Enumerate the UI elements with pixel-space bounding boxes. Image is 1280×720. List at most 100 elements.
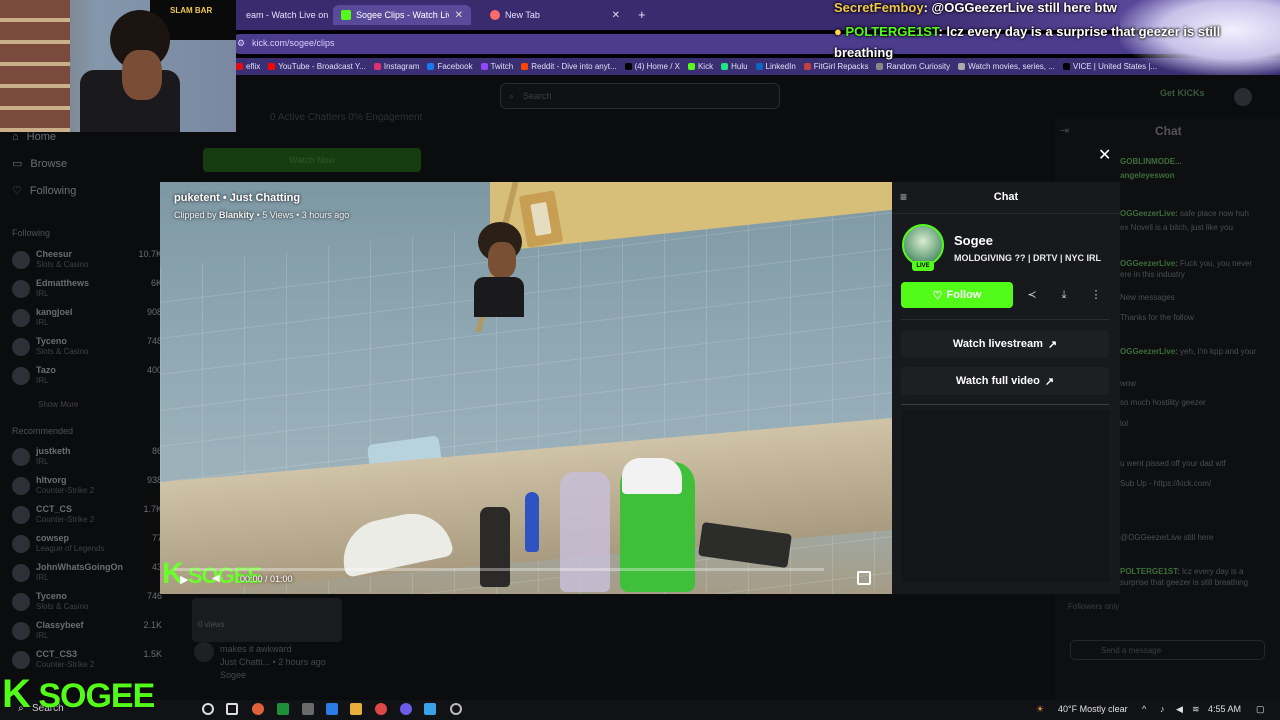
file-explorer-icon[interactable] — [350, 703, 362, 715]
sidebar-channel-recommended[interactable]: cowsep League of Legends 77 — [12, 533, 162, 559]
clip-card-author[interactable]: Sogee — [220, 669, 326, 682]
more-options-icon[interactable]: ⋮ — [1087, 286, 1105, 304]
task-view-icon[interactable] — [226, 703, 238, 715]
firefox-taskbar-icon[interactable] — [252, 703, 264, 715]
bookmark-item[interactable]: YouTube - Broadcast Y... — [268, 62, 366, 71]
chat-message: lol — [1120, 418, 1270, 429]
browser-tab[interactable]: New Tab ✕ — [482, 5, 628, 25]
video-time: 00:00 / 01:00 — [240, 574, 293, 584]
sidebar-channel-recommended[interactable]: Tyceno Slots & Casino 746 — [12, 591, 162, 617]
sidebar-channel-recommended[interactable]: JohnWhatsGoingOn IRL 43 — [12, 562, 162, 588]
app-icon[interactable] — [375, 703, 387, 715]
close-icon[interactable]: ✕ — [612, 10, 620, 21]
user-avatar[interactable] — [1234, 88, 1252, 106]
fullscreen-icon[interactable] — [857, 571, 871, 585]
bookmark-item[interactable]: Watch movies, series, ... — [958, 62, 1055, 71]
site-info-icon[interactable]: ⚙ — [237, 38, 245, 49]
app-icon[interactable] — [400, 703, 412, 715]
chat-username[interactable]: POLTERGE1ST: — [1120, 567, 1180, 576]
play-icon[interactable]: ▶ — [180, 573, 188, 586]
sidebar-item-following[interactable]: ♡ Following — [12, 184, 76, 198]
bookmark-item[interactable]: Hulu — [721, 62, 748, 71]
video-progress-bar[interactable] — [174, 568, 824, 571]
bookmark-item[interactable]: (4) Home / X — [624, 62, 680, 71]
watch-full-video-button[interactable]: Watch full video ↗ — [901, 367, 1109, 395]
bookmark-item[interactable]: FitGirl Repacks — [803, 62, 869, 71]
bookmark-label: Hulu — [731, 62, 748, 71]
new-tab-plus-icon[interactable]: + — [638, 7, 646, 22]
volume-icon[interactable]: ◀ — [212, 573, 220, 584]
live-badge: LIVE — [912, 261, 934, 271]
microphone-icon[interactable]: ♪ — [1160, 704, 1165, 714]
excel-icon[interactable] — [277, 703, 289, 715]
bookmark-item[interactable]: Instagram — [373, 62, 419, 71]
chat-username[interactable]: OGGeezerLive: — [1120, 347, 1178, 356]
bookmark-favicon-icon — [624, 63, 632, 70]
collapse-chat-icon[interactable]: ⇥ — [1060, 124, 1069, 137]
site-search-input[interactable]: ⌕ Search — [500, 83, 780, 109]
channel-name: Tyceno — [36, 336, 67, 346]
sogee-logo-overlay: K SOGEE — [2, 672, 155, 716]
cortana-icon[interactable] — [202, 703, 214, 715]
sidebar-channel-following[interactable]: Tazo IRL 400 — [12, 365, 162, 391]
sidebar-channel-following[interactable]: Cheesur Slots & Casino 10.7K — [12, 249, 162, 275]
bookmark-label: Kick — [697, 62, 714, 71]
sidebar-item-browse[interactable]: ▭ Browse — [12, 157, 67, 171]
chat-username[interactable]: GOBLINMODE... — [1120, 157, 1182, 166]
sidebar-channel-recommended[interactable]: justketh IRL 86 — [12, 446, 162, 472]
menu-icon[interactable]: ≡ — [900, 190, 907, 204]
sidebar-channel-recommended[interactable]: Classybeef IRL 2.1K — [12, 620, 162, 646]
bookmark-item[interactable]: Twitch — [480, 62, 513, 71]
send-message-input[interactable]: Send a message — [1070, 640, 1265, 660]
close-modal-icon[interactable]: ✕ — [1098, 145, 1111, 165]
streamer-avatar[interactable] — [902, 224, 944, 266]
follow-button[interactable]: ♡ Follow — [901, 282, 1013, 308]
bookmark-label: FitGirl Repacks — [813, 62, 869, 71]
clip-video-player[interactable]: K SOGEE puketent • Just Chatting Clipped… — [160, 182, 892, 594]
bookmark-item[interactable]: eflix — [236, 62, 260, 71]
clip-card-time: Just Chatti... • 2 hours ago — [220, 657, 326, 667]
speaker-icon[interactable]: ◀ — [1176, 704, 1183, 715]
close-icon[interactable]: ✕ — [455, 10, 463, 21]
avatar[interactable] — [194, 642, 214, 662]
show-more-link[interactable]: Show More — [38, 400, 78, 409]
obs-icon[interactable] — [450, 703, 462, 715]
app-icon[interactable] — [302, 703, 314, 715]
tray-chevron-icon[interactable]: ^ — [1142, 704, 1146, 714]
bookmark-item[interactable]: Reddit - Dive into anyt... — [521, 62, 617, 71]
sidebar-channel-following[interactable]: Edmatthews IRL 6K — [12, 278, 162, 304]
url-text[interactable]: kick.com/sogee/clips — [252, 38, 335, 48]
chat-username[interactable]: OGGeezerLive: — [1120, 259, 1178, 268]
chat-username[interactable]: angeleyeswon — [1120, 171, 1175, 180]
sidebar-item-home[interactable]: ⌂ Home — [12, 131, 56, 143]
chat-username[interactable]: OGGeezerLive: — [1120, 209, 1178, 218]
app-icon[interactable] — [424, 703, 436, 715]
clock[interactable]: 4:55 AM — [1208, 704, 1241, 714]
sidebar-channel-following[interactable]: Tyceno Slots & Casino 748 — [12, 336, 162, 362]
watch-now-button[interactable]: Watch Now — [203, 148, 421, 172]
sidebar-channel-recommended[interactable]: hltvorg Counter-Strike 2 938 — [12, 475, 162, 501]
clip-thumbnail[interactable]: 0 views — [192, 598, 342, 642]
sidebar-channel-following[interactable]: kangjoel IRL 908 — [12, 307, 162, 333]
bookmark-item[interactable]: Random Curiosity — [876, 62, 950, 71]
bookmark-item[interactable]: Facebook — [427, 62, 473, 71]
network-icon[interactable]: ≋ — [1192, 704, 1200, 715]
download-icon[interactable]: ⤓ — [1055, 286, 1073, 304]
clip-card-title[interactable]: makes it awkward — [220, 643, 326, 656]
get-kicks-button[interactable]: Get KICKs — [1160, 88, 1205, 98]
watch-livestream-button[interactable]: Watch livestream ↗ — [901, 330, 1109, 358]
streamer-name[interactable]: Sogee — [954, 233, 993, 248]
bookmark-item[interactable]: Kick — [687, 62, 714, 71]
avatar — [12, 651, 30, 669]
notification-icon[interactable]: ▢ — [1256, 704, 1265, 715]
browser-tab-active[interactable]: Sogee Clips - Watch Live on Kick ✕ — [333, 5, 471, 25]
browser-tab[interactable]: eam - Watch Live on K ✕ — [238, 5, 330, 25]
sidebar-channel-recommended[interactable]: CCT_CS Counter-Strike 2 1.7K — [12, 504, 162, 530]
share-icon[interactable]: ≺ — [1023, 286, 1041, 304]
weather-text[interactable]: 40°F Mostly clear — [1058, 704, 1128, 714]
clip-meta: Clipped by Blankity • 5 Views • 3 hours … — [174, 210, 349, 220]
clipper-name[interactable]: Blankity — [219, 210, 254, 220]
bookmark-item[interactable]: LinkedIn — [755, 62, 796, 71]
app-icon[interactable] — [326, 703, 338, 715]
clip-channel-category[interactable]: puketent • Just Chatting — [174, 192, 300, 204]
